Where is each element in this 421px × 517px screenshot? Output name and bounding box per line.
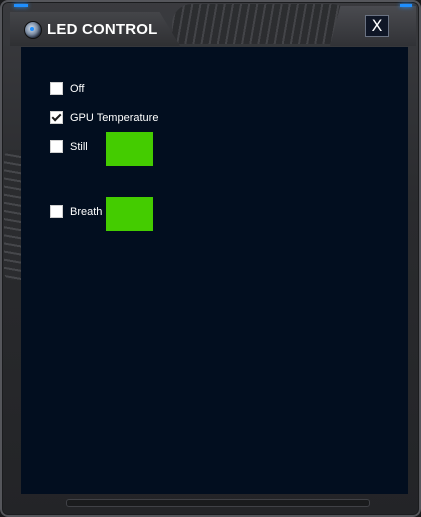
title-bar[interactable]: LED CONTROL X [0, 0, 421, 46]
bottom-bar [66, 499, 370, 507]
still-color-swatch[interactable] [106, 132, 153, 166]
still-checkbox[interactable] [50, 140, 63, 153]
option-still[interactable]: Still [50, 140, 88, 153]
gpu-temperature-label: GPU Temperature [70, 111, 159, 124]
option-gpu-temperature[interactable]: GPU Temperature [50, 111, 158, 124]
accent-line-right [400, 4, 412, 7]
option-off[interactable]: Off [50, 82, 84, 95]
led-control-window: LED CONTROL X Off GPU Temperature Still … [0, 0, 421, 517]
breath-color-swatch[interactable] [106, 197, 153, 231]
accent-line-left [14, 4, 28, 7]
still-label: Still [70, 140, 88, 153]
option-breath[interactable]: Breath [50, 205, 102, 218]
side-cable-decoration [4, 150, 22, 280]
breath-label: Breath [70, 205, 103, 218]
logo-icon [24, 21, 42, 39]
window-title: LED CONTROL [47, 21, 158, 38]
off-label: Off [70, 82, 85, 95]
breath-checkbox[interactable] [50, 205, 63, 218]
close-button[interactable]: X [365, 15, 389, 37]
main-panel: Off GPU Temperature Still Breath [21, 47, 408, 494]
gpu-temperature-checkbox[interactable] [50, 111, 63, 124]
off-checkbox[interactable] [50, 82, 63, 95]
close-icon: X [371, 16, 383, 35]
cable-decoration [172, 4, 352, 44]
